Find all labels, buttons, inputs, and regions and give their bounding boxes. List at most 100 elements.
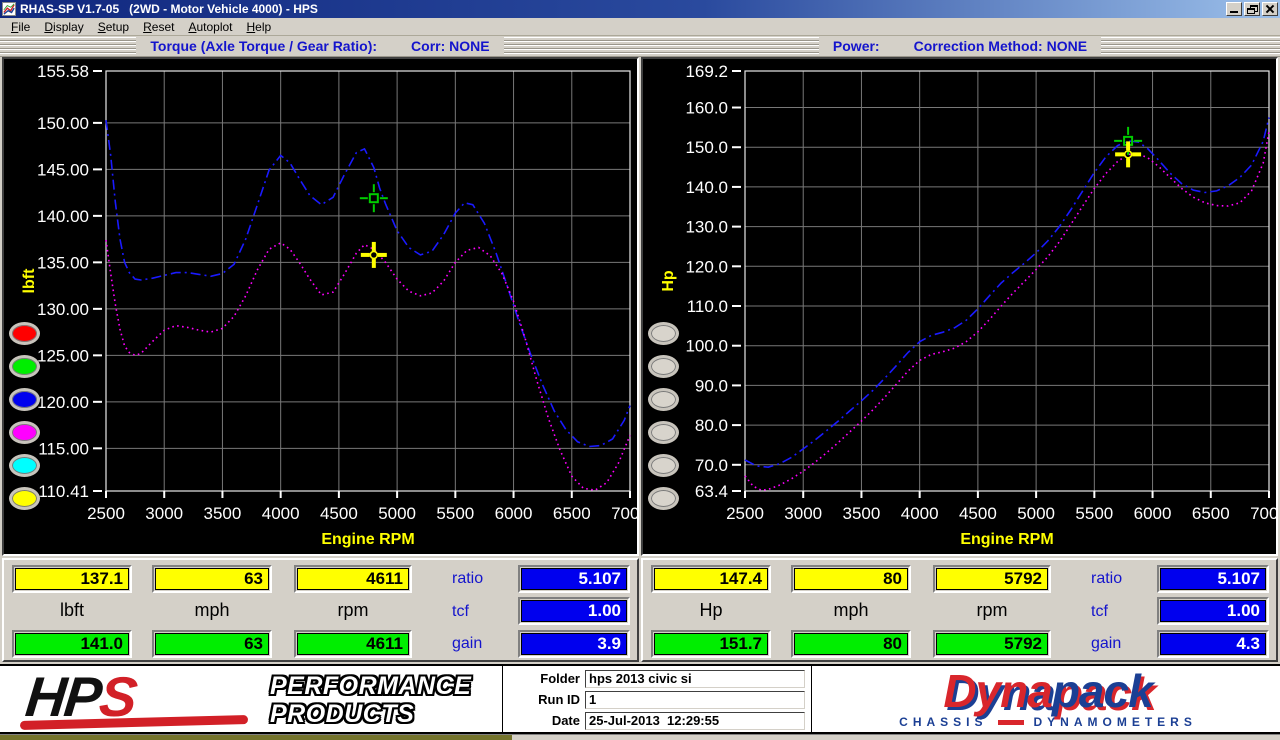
tcf-label: tcf [1091, 603, 1108, 620]
x-tick-label: 3500 [204, 504, 242, 523]
torque-run-buttons [9, 322, 43, 522]
torque-title: Torque (Axle Torque / Gear Ratio): [150, 38, 378, 54]
torque-cursor2-value: 141.0 [15, 633, 129, 655]
x-tick-label: 6000 [495, 504, 533, 523]
y-tick-label: 110.41 [38, 482, 89, 501]
bottom-edge-strip [0, 734, 1280, 740]
tcf-value: 1.00 [1160, 600, 1266, 622]
dynapack-word1: Dyna [943, 665, 1052, 717]
menu-bar: File Display Setup Reset Autoplot Help [0, 18, 1280, 36]
menu-reset[interactable]: Reset [136, 19, 181, 35]
gain-value: 3.9 [521, 633, 627, 655]
menu-file[interactable]: File [4, 19, 37, 35]
minimize-button[interactable] [1226, 2, 1242, 16]
x-tick-label: 4500 [320, 504, 358, 523]
y-tick-label: 130.00 [37, 300, 89, 319]
series-power-current-run [744, 117, 1270, 469]
y-tick-label: 150.0 [685, 138, 728, 157]
power-unit-label: Hp [699, 600, 723, 620]
hps-performance-text: PERFORMANCE [270, 672, 472, 700]
menu-setup[interactable]: Setup [91, 19, 136, 35]
run-button-blue[interactable] [9, 388, 40, 411]
power-cursor2-mph: 80 [794, 633, 908, 655]
tcf-label: tcf [452, 603, 469, 620]
torque-header: Torque (Axle Torque / Gear Ratio): Corr: … [0, 37, 640, 57]
torque-readout-panel: 137.1 63 4611 lbft mph rpm 141.0 63 4611… [2, 558, 639, 662]
close-button[interactable] [1262, 2, 1278, 16]
power-chart-panel: 169.2 160.0 150.0 140.0 130.0 120.0 110.0 100.0… [641, 57, 1278, 556]
slot-button-1[interactable] [648, 322, 679, 345]
x-tick-label: 6000 [1134, 504, 1172, 523]
menu-help[interactable]: Help [240, 19, 279, 35]
restore-button[interactable] [1244, 2, 1260, 16]
run-id-input[interactable] [585, 690, 805, 709]
y-tick-label: 140.00 [37, 207, 89, 226]
yellow-cursor [360, 241, 387, 268]
menu-autoplot[interactable]: Autoplot [181, 19, 239, 35]
gain-label: gain [1091, 635, 1122, 652]
torque-cursor2-mph: 63 [155, 633, 269, 655]
footer-bar: HPS PERFORMANCE PRODUCTS Folder Run ID D… [0, 664, 1280, 734]
hps-logo: HPS PERFORMANCE PRODUCTS [18, 665, 472, 730]
x-tick-label: 3000 [145, 504, 183, 523]
ratio-value: 5.107 [521, 568, 627, 590]
torque-chart-plot[interactable]: 155.58 150.00 145.00 140.00 135.00 130.00 125.… [4, 59, 637, 554]
app-icon [2, 2, 16, 16]
run-id-label: Run ID [538, 692, 580, 707]
slot-button-4[interactable] [648, 421, 679, 444]
dynapack-logo: Dynapack CHASSIS DYNAMOMETERS [828, 668, 1268, 732]
y-tick-label: 140.0 [685, 178, 728, 197]
x-tick-label: 2500 [87, 504, 125, 523]
x-tick-label: 7000 [1250, 504, 1276, 523]
y-tick-label: 70.0 [695, 456, 728, 475]
x-tick-label: 5500 [436, 504, 474, 523]
folder-label: Folder [540, 671, 580, 686]
run-info-fields: Folder Run ID Date [502, 666, 812, 732]
torque-cursor-mph: 63 [155, 568, 269, 590]
y-tick-label: 120.0 [685, 257, 728, 276]
date-input[interactable] [585, 711, 805, 730]
slot-button-3[interactable] [648, 388, 679, 411]
y-tick-label: 115.00 [38, 439, 89, 458]
folder-input[interactable] [585, 669, 805, 688]
dynapack-dynamometers-text: DYNAMOMETERS [1033, 715, 1197, 729]
run-button-magenta[interactable] [9, 421, 40, 444]
ratio-value: 5.107 [1160, 568, 1266, 590]
power-chart-plot[interactable]: 169.2 160.0 150.0 140.0 130.0 120.0 110.0 100.0… [643, 59, 1276, 554]
hps-products-text: PRODUCTS [270, 700, 415, 728]
mph-unit-label: mph [194, 600, 230, 620]
y-tick-label: 130.0 [685, 218, 728, 237]
x-axis-title: Engine RPM [960, 531, 1053, 548]
x-tick-label: 4000 [262, 504, 300, 523]
y-tick-label: 100.0 [685, 337, 728, 356]
run-button-yellow[interactable] [9, 487, 40, 510]
y-tick-label: 150.00 [37, 114, 89, 133]
slot-button-2[interactable] [648, 355, 679, 378]
tcf-value: 1.00 [521, 600, 627, 622]
plot-border [105, 70, 631, 492]
y-tick-label: 145.00 [37, 160, 89, 179]
mph-unit-label: mph [833, 600, 869, 620]
y-axis-title: lbft [21, 268, 38, 294]
torque-unit-label: lbft [59, 600, 84, 620]
torque-cursor-rpm: 4611 [297, 568, 409, 590]
dynapack-word2: pack [1051, 665, 1154, 717]
x-tick-label: 5500 [1075, 504, 1113, 523]
date-label: Date [551, 713, 580, 728]
menu-display[interactable]: Display [37, 19, 90, 35]
slot-button-6[interactable] [648, 487, 679, 510]
y-tick-label: 160.0 [685, 99, 728, 118]
slot-button-5[interactable] [648, 454, 679, 477]
ratio-label: ratio [452, 570, 484, 587]
x-tick-label: 6500 [1192, 504, 1230, 523]
y-tick-label: 63.4 [695, 482, 728, 501]
power-readout-panel: 147.4 80 5792 Hp mph rpm 151.7 80 5792 r… [641, 558, 1278, 662]
dynapack-chassis-text: CHASSIS [899, 715, 988, 729]
run-button-green[interactable] [9, 355, 40, 378]
run-button-red[interactable] [9, 322, 40, 345]
title-bar: RHAS-SP V1.7-05 (2WD - Motor Vehicle 400… [0, 0, 1280, 18]
power-run-buttons [648, 322, 682, 522]
run-button-cyan[interactable] [9, 454, 40, 477]
rpm-unit-label: rpm [337, 600, 369, 620]
gain-value: 4.3 [1160, 633, 1266, 655]
